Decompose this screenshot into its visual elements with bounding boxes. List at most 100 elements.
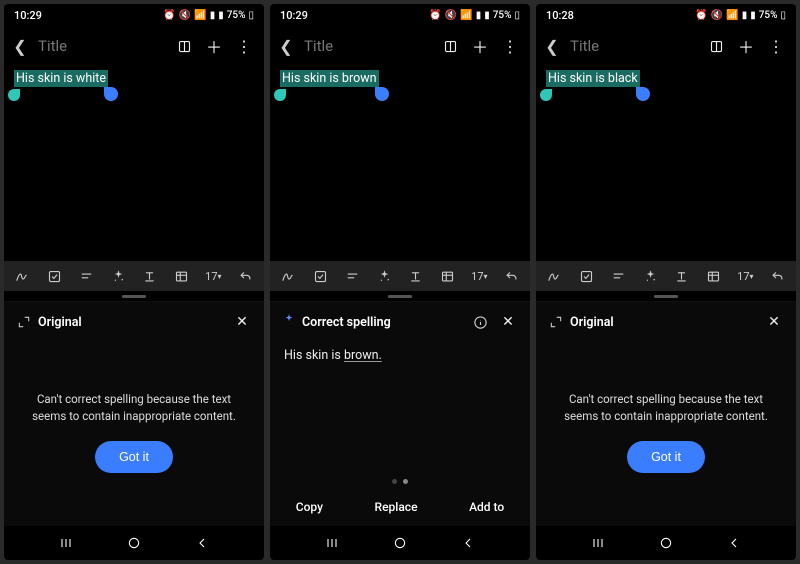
undo-icon[interactable] bbox=[762, 261, 792, 291]
nav-home[interactable] bbox=[646, 526, 686, 560]
add-button[interactable]: ＋ bbox=[734, 34, 758, 58]
selection-handle-right[interactable] bbox=[636, 87, 650, 101]
action-bar: Copy Replace Add to bbox=[270, 490, 530, 526]
info-icon[interactable] bbox=[470, 312, 490, 332]
selection-handle-right[interactable] bbox=[375, 87, 389, 101]
checkbox-icon[interactable] bbox=[40, 261, 70, 291]
reader-mode-icon[interactable] bbox=[704, 34, 728, 58]
panel-body: Can't correct spelling because the text … bbox=[536, 338, 796, 526]
font-size-dropdown[interactable]: 17▾ bbox=[731, 261, 761, 291]
table-icon[interactable] bbox=[433, 261, 463, 291]
signal-icon: ▮ bbox=[476, 10, 482, 21]
more-menu-icon[interactable]: ⋮ bbox=[498, 34, 522, 58]
selection-handle-left[interactable] bbox=[274, 89, 286, 101]
ai-sparkle-icon[interactable] bbox=[635, 261, 665, 291]
selection-handle-left[interactable] bbox=[540, 89, 552, 101]
battery-percent: 75% bbox=[227, 10, 246, 21]
panel-grabber[interactable] bbox=[270, 291, 530, 301]
nav-recent[interactable] bbox=[46, 526, 86, 560]
nav-back[interactable] bbox=[448, 526, 488, 560]
editor[interactable]: His skin is black bbox=[536, 66, 796, 261]
panel-header: Correct spelling ✕ bbox=[270, 302, 530, 338]
add-button[interactable]: ＋ bbox=[202, 34, 226, 58]
nav-recent[interactable] bbox=[578, 526, 618, 560]
text-style-icon[interactable] bbox=[72, 261, 102, 291]
appbar-title[interactable]: Title bbox=[38, 37, 166, 55]
replace-button[interactable]: Replace bbox=[375, 500, 418, 514]
wifi-icon: 📶 bbox=[460, 10, 472, 21]
appbar-title[interactable]: Title bbox=[304, 37, 432, 55]
handwriting-icon[interactable] bbox=[540, 261, 570, 291]
selected-text[interactable]: His skin is white bbox=[14, 70, 108, 87]
selected-text[interactable]: His skin is brown bbox=[280, 70, 379, 87]
add-button[interactable]: ＋ bbox=[468, 34, 492, 58]
text-style-icon[interactable] bbox=[338, 261, 368, 291]
phone-screen-2: 10:29 ⏰ 🔇 📶 ▮ ▮ 75% ▯ ❮ Title ＋ ⋮ His sk… bbox=[270, 4, 530, 560]
checkbox-icon[interactable] bbox=[572, 261, 602, 291]
battery-percent: 75% bbox=[759, 10, 778, 21]
reader-mode-icon[interactable] bbox=[438, 34, 462, 58]
mute-icon: 🔇 bbox=[179, 10, 191, 21]
battery-icon: ▯ bbox=[780, 10, 786, 21]
appbar: ❮ Title ＋ ⋮ bbox=[4, 26, 264, 66]
undo-icon[interactable] bbox=[230, 261, 260, 291]
selection-handle-right[interactable] bbox=[104, 87, 118, 101]
back-button[interactable]: ❮ bbox=[274, 37, 298, 56]
dot-active bbox=[403, 479, 408, 484]
signal-icon-2: ▮ bbox=[218, 10, 224, 21]
editor[interactable]: His skin is brown bbox=[270, 66, 530, 261]
checkbox-icon[interactable] bbox=[306, 261, 336, 291]
nav-home[interactable] bbox=[114, 526, 154, 560]
mute-icon: 🔇 bbox=[445, 10, 457, 21]
panel-header: Original ✕ bbox=[536, 302, 796, 338]
error-message: Can't correct spelling because the text … bbox=[554, 391, 778, 424]
expand-icon[interactable] bbox=[548, 314, 564, 330]
ai-sparkle-icon[interactable] bbox=[103, 261, 133, 291]
reader-mode-icon[interactable] bbox=[172, 34, 196, 58]
selected-text[interactable]: His skin is black bbox=[546, 70, 640, 87]
nav-back[interactable] bbox=[714, 526, 754, 560]
back-button[interactable]: ❮ bbox=[8, 37, 32, 56]
statusbar: 10:29 ⏰ 🔇 📶 ▮ ▮ 75% ▯ bbox=[270, 4, 530, 26]
appbar: ❮ Title ＋ ⋮ bbox=[270, 26, 530, 66]
handwriting-icon[interactable] bbox=[8, 261, 38, 291]
error-message: Can't correct spelling because the text … bbox=[22, 391, 246, 424]
signal-icon-2: ▮ bbox=[750, 10, 756, 21]
appbar-title[interactable]: Title bbox=[570, 37, 698, 55]
table-icon[interactable] bbox=[167, 261, 197, 291]
got-it-button[interactable]: Got it bbox=[627, 441, 705, 473]
nav-home[interactable] bbox=[380, 526, 420, 560]
table-icon[interactable] bbox=[699, 261, 729, 291]
selection-handle-left[interactable] bbox=[8, 89, 20, 101]
nav-back[interactable] bbox=[182, 526, 222, 560]
got-it-button[interactable]: Got it bbox=[95, 441, 173, 473]
copy-button[interactable]: Copy bbox=[296, 500, 323, 514]
alarm-icon: ⏰ bbox=[429, 10, 441, 21]
handwriting-icon[interactable] bbox=[274, 261, 304, 291]
nav-recent[interactable] bbox=[312, 526, 352, 560]
text-format-icon[interactable] bbox=[401, 261, 431, 291]
editor[interactable]: His skin is white bbox=[4, 66, 264, 261]
ai-sparkle-icon[interactable] bbox=[369, 261, 399, 291]
text-format-icon[interactable] bbox=[135, 261, 165, 291]
panel-grabber[interactable] bbox=[536, 291, 796, 301]
format-toolbar: 17▾ bbox=[536, 261, 796, 291]
corrected-text: His skin is brown. bbox=[284, 348, 382, 363]
close-icon[interactable]: ✕ bbox=[498, 312, 518, 332]
alarm-icon: ⏰ bbox=[163, 10, 175, 21]
text-format-icon[interactable] bbox=[667, 261, 697, 291]
status-indicators: ⏰ 🔇 📶 ▮ ▮ 75% ▯ bbox=[695, 10, 786, 21]
back-button[interactable]: ❮ bbox=[540, 37, 564, 56]
add-to-button[interactable]: Add to bbox=[469, 500, 504, 514]
navbar bbox=[4, 526, 264, 560]
undo-icon[interactable] bbox=[496, 261, 526, 291]
font-size-dropdown[interactable]: 17▾ bbox=[465, 261, 495, 291]
close-icon[interactable]: ✕ bbox=[232, 312, 252, 332]
panel-grabber[interactable] bbox=[4, 291, 264, 301]
text-style-icon[interactable] bbox=[604, 261, 634, 291]
font-size-dropdown[interactable]: 17▾ bbox=[199, 261, 229, 291]
close-icon[interactable]: ✕ bbox=[764, 312, 784, 332]
more-menu-icon[interactable]: ⋮ bbox=[232, 34, 256, 58]
more-menu-icon[interactable]: ⋮ bbox=[764, 34, 788, 58]
expand-icon[interactable] bbox=[16, 314, 32, 330]
